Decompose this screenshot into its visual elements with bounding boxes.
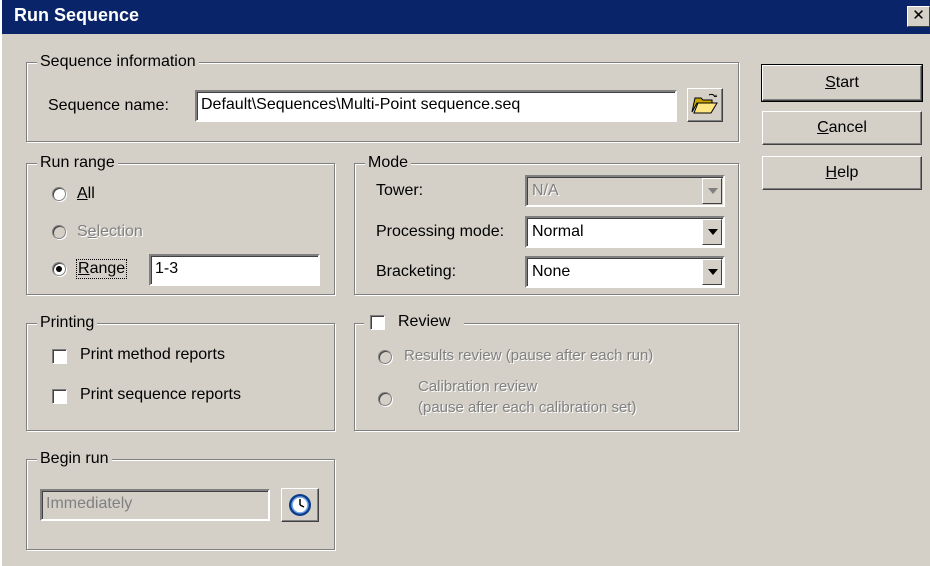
tower-value: N/A bbox=[532, 182, 559, 199]
close-icon: ✕ bbox=[912, 6, 925, 24]
review-label[interactable]: Review bbox=[398, 313, 450, 331]
processing-mode-label: Processing mode: bbox=[376, 223, 505, 240]
range-input[interactable]: 1-3 bbox=[149, 254, 320, 286]
run-range-selection-radio[interactable] bbox=[52, 225, 66, 239]
print-sequence-reports-checkbox[interactable] bbox=[52, 389, 67, 404]
begin-run-legend: Begin run bbox=[37, 449, 112, 469]
run-range-legend: Run range bbox=[37, 153, 118, 173]
processing-mode-value: Normal bbox=[532, 223, 584, 240]
tower-dropdown-arrow-icon[interactable] bbox=[702, 178, 722, 204]
run-range-selection-label: Selection bbox=[77, 223, 143, 240]
run-range-range-label[interactable]: Range bbox=[75, 259, 128, 279]
begin-run-schedule-button[interactable] bbox=[281, 488, 319, 522]
processing-mode-dropdown-arrow-icon[interactable] bbox=[702, 219, 722, 245]
cancel-button[interactable]: Cancel bbox=[762, 111, 922, 145]
browse-sequence-button[interactable] bbox=[687, 88, 723, 122]
print-method-reports-label[interactable]: Print method reports bbox=[80, 346, 225, 364]
print-method-reports-checkbox[interactable] bbox=[52, 349, 67, 364]
clock-icon bbox=[289, 494, 311, 516]
calibration-review-radio[interactable] bbox=[378, 392, 392, 406]
review-checkbox[interactable] bbox=[370, 315, 385, 330]
results-review-label: Results review (pause after each run) bbox=[404, 347, 654, 364]
tower-select[interactable]: N/A bbox=[525, 175, 725, 207]
calibration-review-label: Calibration review bbox=[418, 378, 538, 395]
results-review-radio[interactable] bbox=[378, 350, 392, 364]
begin-run-field[interactable]: Immediately bbox=[40, 489, 270, 521]
sequence-information-legend: Sequence information bbox=[37, 52, 199, 72]
folder-open-icon bbox=[691, 93, 718, 114]
run-range-range-radio[interactable] bbox=[52, 262, 66, 276]
printing-legend: Printing bbox=[37, 313, 98, 333]
bracketing-dropdown-arrow-icon[interactable] bbox=[702, 259, 722, 285]
title-bar[interactable]: Run Sequence ✕ bbox=[2, 0, 930, 34]
bracketing-label: Bracketing: bbox=[376, 263, 457, 280]
start-button[interactable]: Start bbox=[761, 64, 923, 102]
print-sequence-reports-label[interactable]: Print sequence reports bbox=[80, 386, 241, 404]
run-sequence-dialog: Run Sequence ✕ Sequence information Sequ… bbox=[0, 0, 930, 566]
sequence-name-label: Sequence name: bbox=[48, 97, 169, 114]
close-button[interactable]: ✕ bbox=[907, 6, 930, 27]
dialog-title: Run Sequence bbox=[14, 5, 140, 25]
bracketing-select[interactable]: None bbox=[525, 256, 725, 288]
tower-label: Tower: bbox=[376, 182, 424, 199]
processing-mode-select[interactable]: Normal bbox=[525, 216, 725, 248]
printing-group: Printing bbox=[26, 313, 335, 431]
calibration-review-sublabel: (pause after each calibration set) bbox=[418, 399, 637, 416]
mode-legend: Mode bbox=[365, 153, 412, 173]
bracketing-value: None bbox=[532, 263, 571, 280]
run-range-all-label[interactable]: All bbox=[77, 185, 95, 203]
sequence-name-field[interactable]: Default\Sequences\Multi-Point sequence.s… bbox=[195, 90, 677, 122]
run-range-all-radio[interactable] bbox=[52, 187, 66, 201]
help-button[interactable]: Help bbox=[762, 156, 922, 190]
